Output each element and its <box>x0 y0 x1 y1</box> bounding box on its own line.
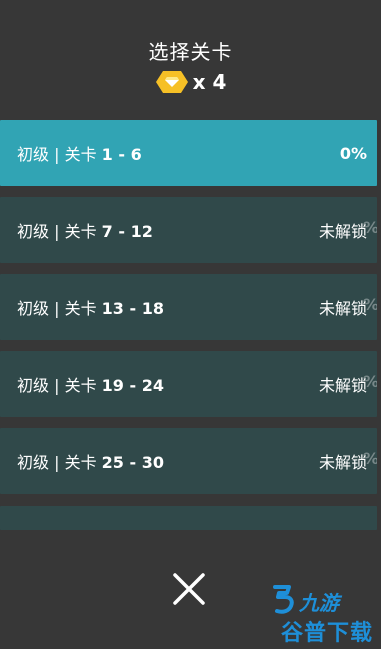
level-row-label: 初级 | 关卡 19 - 24 <box>17 376 164 395</box>
watermark-text-top: 九游 <box>299 591 339 615</box>
level-locked-status: 未解锁% <box>318 218 377 241</box>
level-locked-status: 未解锁% <box>318 449 377 472</box>
watermark: 九游 谷普下载 <box>227 583 372 646</box>
page-title: 选择关卡 <box>148 40 233 64</box>
level-row-partial[interactable] <box>0 506 377 530</box>
level-row[interactable]: 初级 | 关卡 13 - 18 未解锁% <box>0 274 377 340</box>
watermark-text-bottom: 谷普下载 <box>281 621 374 646</box>
level-row[interactable]: 初级 | 关卡 19 - 24 未解锁% <box>0 351 377 417</box>
level-progress: 0% <box>339 143 367 163</box>
level-row-label: 初级 | 关卡 25 - 30 <box>17 453 164 472</box>
level-locked-status: 未解锁% <box>318 372 377 395</box>
level-row[interactable]: 初级 | 关卡 1 - 6 0% <box>0 120 377 186</box>
gem-icon <box>155 71 188 93</box>
currency-count: x 4 <box>192 70 227 94</box>
level-row-label: 初级 | 关卡 13 - 18 <box>17 299 164 318</box>
level-row[interactable]: 初级 | 关卡 7 - 12 未解锁% <box>0 197 377 263</box>
level-locked-status: 未解锁% <box>318 295 377 318</box>
level-row-label: 初级 | 关卡 7 - 12 <box>17 222 153 241</box>
level-row[interactable]: 初级 | 关卡 25 - 30 未解锁% <box>0 428 377 494</box>
watermark-logo-icon <box>273 585 294 614</box>
level-list[interactable]: 初级 | 关卡 1 - 6 0% 初级 | 关卡 7 - 12 未解锁% 初级 … <box>0 120 377 530</box>
level-row-label: 初级 | 关卡 1 - 6 <box>17 145 142 164</box>
level-select-screen: 选择关卡 x 4 初级 | 关卡 1 - 6 0% 初级 | 关卡 7 - 12… <box>0 0 381 649</box>
currency-display: x 4 <box>0 70 381 94</box>
close-icon[interactable] <box>170 570 208 608</box>
